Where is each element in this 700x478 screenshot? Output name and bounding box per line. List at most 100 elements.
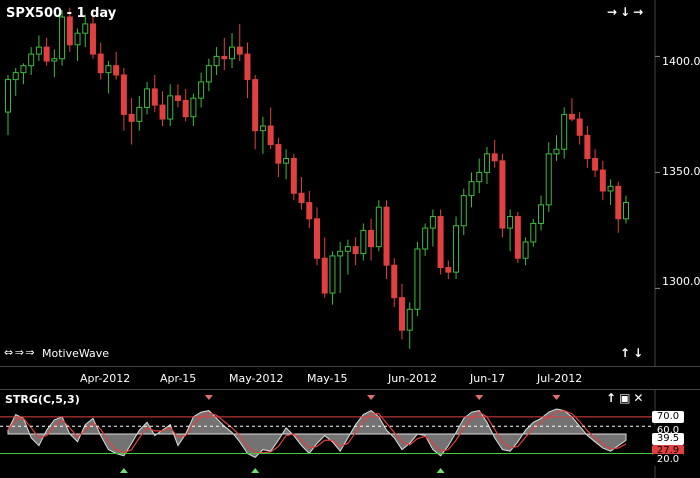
- candle-body: [306, 202, 313, 220]
- price-panel[interactable]: SPX500 - 1 day → ↓ → ↑ ↓ ⇔ ⇒ ⇒ MotiveWave 1…: [0, 0, 700, 366]
- candle-body: [51, 58, 58, 62]
- date-tick-label: Jul-2012: [537, 372, 583, 385]
- price-tick-label: 1350.0: [662, 165, 700, 178]
- candle-body: [414, 248, 421, 310]
- candle-body: [561, 113, 568, 150]
- scroll-arrows-icon[interactable]: ⇔ ⇒ ⇒: [4, 346, 35, 359]
- candle-body: [422, 227, 429, 250]
- candle-body: [352, 246, 359, 255]
- candle-body: [584, 134, 591, 159]
- price-chart[interactable]: [0, 0, 700, 366]
- candle-body: [476, 171, 483, 183]
- candle-body: [576, 118, 583, 136]
- candle-body: [167, 95, 174, 120]
- chart-bottom-buttons: ↑ ↓: [617, 346, 643, 360]
- candle-body: [151, 88, 158, 106]
- candle-body: [445, 267, 452, 273]
- candle-body: [592, 157, 599, 171]
- candle-body: [252, 79, 259, 132]
- chart-window: SPX500 - 1 day → ↓ → ↑ ↓ ⇔ ⇒ ⇒ MotiveWave 1…: [0, 0, 700, 478]
- level-badge-upper: 70.0: [652, 411, 684, 423]
- candle-body: [321, 257, 328, 294]
- overbought-marker: [552, 395, 561, 400]
- candle-body: [398, 297, 405, 331]
- candle-body: [468, 181, 475, 197]
- indicator-panel[interactable]: STRG(C,5,3) ↑ ▣ ✕ 70.0 60.0 39.5 27.9 20.0: [0, 389, 700, 478]
- candle-body: [89, 23, 96, 55]
- date-tick-label: Apr-15: [160, 372, 197, 385]
- maximize-icon[interactable]: ▣: [619, 391, 630, 405]
- candle-body: [221, 55, 228, 60]
- oversold-marker: [119, 468, 128, 473]
- arrow-down-icon[interactable]: ↓: [633, 346, 643, 360]
- close-icon[interactable]: ✕: [633, 391, 643, 405]
- candle-body: [599, 169, 606, 192]
- arrow-right-end-icon[interactable]: →: [633, 5, 643, 19]
- candle-body: [74, 32, 81, 46]
- candle-body: [483, 153, 490, 173]
- candle-body: [383, 206, 390, 266]
- candle-body: [43, 46, 50, 62]
- arrow-up-icon[interactable]: ↑: [620, 346, 630, 360]
- price-tick-label: 1400.0: [662, 55, 700, 68]
- candle-body: [437, 215, 444, 269]
- candle-body: [530, 222, 537, 243]
- date-tick-label: May-2012: [229, 372, 284, 385]
- candle-body: [545, 153, 552, 206]
- date-tick-label: May-15: [307, 372, 348, 385]
- date-tick-label: Jun-2012: [388, 372, 438, 385]
- candle-body: [290, 157, 297, 194]
- candle-body: [120, 74, 127, 115]
- candle-body: [275, 144, 282, 164]
- candle-body: [113, 65, 120, 76]
- oversold-marker: [251, 468, 260, 473]
- candle-body: [229, 46, 236, 60]
- indicator-chart[interactable]: [0, 389, 700, 478]
- brand-label: MotiveWave: [42, 347, 110, 360]
- candle-body: [607, 185, 614, 192]
- candle-body: [82, 23, 89, 34]
- level-badge-value: 39.5: [652, 433, 684, 445]
- move-up-icon[interactable]: ↑: [606, 391, 616, 405]
- candle-body: [144, 88, 151, 108]
- candle-body: [375, 206, 382, 248]
- indicator-buttons: ↑ ▣ ✕: [603, 391, 643, 405]
- candle-body: [623, 202, 629, 220]
- date-tick-label: Apr-2012: [80, 372, 131, 385]
- candle-body: [182, 99, 189, 118]
- candle-body: [259, 125, 266, 132]
- candle-body: [298, 192, 305, 204]
- candle-body: [538, 204, 545, 224]
- candle-body: [406, 308, 413, 331]
- candle-body: [453, 225, 460, 273]
- candle-body: [522, 241, 529, 259]
- candle-body: [329, 255, 336, 294]
- candle-body: [59, 16, 66, 60]
- chart-top-buttons: → ↓ →: [604, 5, 643, 19]
- overbought-marker: [204, 395, 213, 400]
- indicator-title[interactable]: STRG(C,5,3): [5, 393, 80, 406]
- candle-body: [460, 195, 467, 227]
- candle-body: [5, 79, 11, 113]
- candle-body: [360, 229, 367, 255]
- candle-body: [66, 16, 73, 46]
- candle-body: [267, 125, 274, 146]
- arrow-right-icon[interactable]: →: [607, 5, 617, 19]
- candle-body: [128, 113, 135, 122]
- candle-body: [568, 113, 575, 120]
- candle-body: [514, 215, 521, 259]
- date-tick-label: Jun-17: [470, 372, 506, 385]
- candle-body: [244, 53, 251, 81]
- overbought-marker: [367, 395, 376, 400]
- oscillator-area: [7, 408, 627, 459]
- candle-body: [35, 46, 42, 55]
- price-tick-label: 1300.0: [662, 275, 700, 288]
- candle-body: [344, 246, 351, 252]
- candle-body: [105, 65, 112, 74]
- arrow-down-icon[interactable]: ↓: [620, 5, 630, 19]
- oversold-marker: [436, 468, 445, 473]
- candle-body: [615, 185, 622, 220]
- candle-body: [491, 153, 498, 162]
- candle-body: [213, 55, 220, 67]
- overbought-marker: [475, 395, 484, 400]
